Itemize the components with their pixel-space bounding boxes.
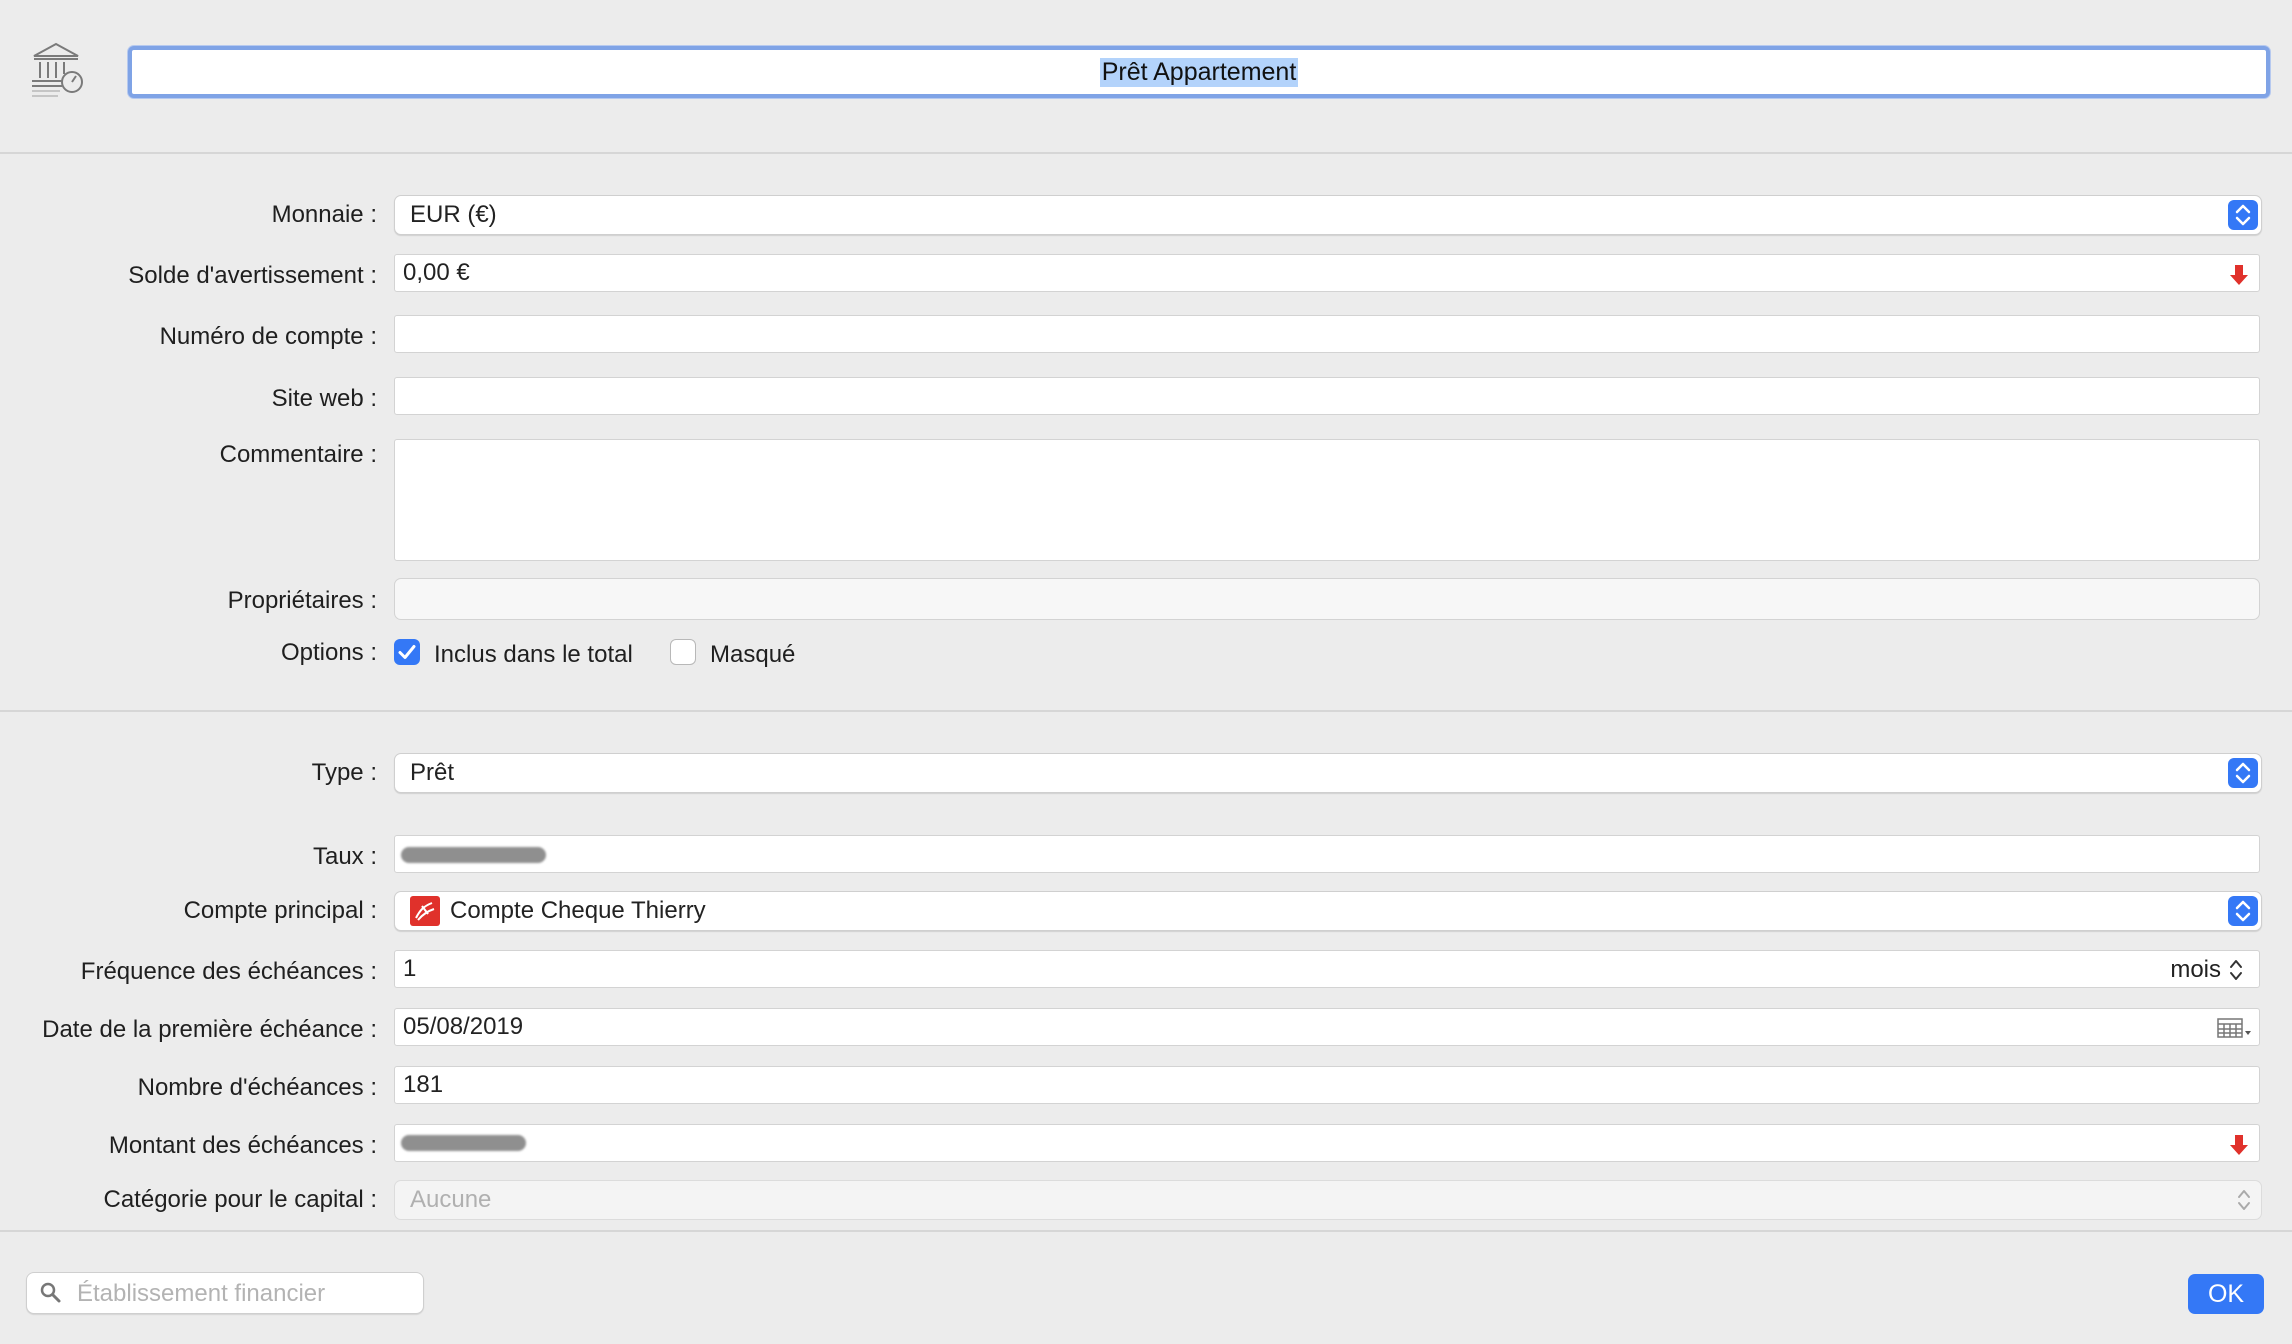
currency-popup[interactable]: EUR (€) <box>394 195 2262 235</box>
currency-label: Monnaie : <box>271 201 377 228</box>
frequency-field[interactable]: 1 mois <box>394 950 2260 988</box>
type-label: Type : <box>311 759 377 786</box>
divider-top <box>0 152 2292 154</box>
frequency-value: 1 <box>403 955 417 982</box>
bank-account-icon <box>30 40 86 100</box>
account-name-text: Prêt Appartement <box>1099 57 1299 87</box>
hidden-checkbox[interactable] <box>670 639 696 665</box>
type-value: Prêt <box>410 759 455 786</box>
account-editor-window: Prêt Appartement Monnaie : EUR (€) Solde… <box>0 0 2292 1344</box>
included-in-total-checkbox[interactable] <box>394 639 420 665</box>
frequency-unit-popup[interactable]: mois <box>2170 956 2245 984</box>
main-account-label: Compte principal : <box>183 897 377 924</box>
account-name-field[interactable]: Prêt Appartement <box>128 46 2270 98</box>
website-field[interactable] <box>394 377 2260 415</box>
chevron-updown-icon <box>2230 960 2242 980</box>
title-row: Prêt Appartement <box>0 0 2292 152</box>
installments-count-value: 181 <box>403 1071 444 1098</box>
website-label: Site web : <box>271 385 377 412</box>
comment-textarea[interactable] <box>394 439 2260 561</box>
frequency-label: Fréquence des échéances : <box>80 958 377 985</box>
redacted-value <box>401 847 546 863</box>
financial-institution-search[interactable] <box>26 1272 424 1315</box>
redacted-value <box>401 1135 526 1151</box>
warning-balance-field[interactable]: 0,00 € <box>394 254 2260 292</box>
frequency-unit-value: mois <box>2170 956 2221 983</box>
installment-amount-field[interactable] <box>394 1124 2260 1162</box>
main-account-popup[interactable]: Compte Cheque Thierry <box>394 891 2262 931</box>
main-account-value: Compte Cheque Thierry <box>450 897 706 924</box>
negative-arrow-icon[interactable] <box>2229 263 2249 287</box>
first-due-date-field[interactable]: 05/08/2019 <box>394 1008 2260 1046</box>
calendar-icon[interactable] <box>2217 1017 2253 1048</box>
installment-amount-label: Montant des échéances : <box>108 1132 377 1159</box>
warning-balance-label: Solde d'avertissement : <box>128 262 377 289</box>
included-in-total-label[interactable]: Inclus dans le total <box>434 641 633 669</box>
checkmark-icon <box>398 645 416 659</box>
popup-arrows-icon <box>2228 200 2258 230</box>
warning-balance-value: 0,00 € <box>403 259 470 286</box>
owners-label: Propriétaires : <box>227 587 377 614</box>
ok-button[interactable]: OK <box>2188 1274 2264 1314</box>
rate-label: Taux : <box>312 843 377 870</box>
capital-category-label: Catégorie pour le capital : <box>103 1186 378 1213</box>
type-popup[interactable]: Prêt <box>394 753 2262 793</box>
account-number-field[interactable] <box>394 315 2260 353</box>
currency-value: EUR (€) <box>410 201 497 228</box>
hidden-label[interactable]: Masqué <box>710 641 795 669</box>
rate-field[interactable] <box>394 835 2260 873</box>
popup-arrows-icon <box>2228 758 2258 788</box>
owners-token-field[interactable] <box>394 578 2260 620</box>
chevron-updown-icon <box>2235 1187 2253 1220</box>
bank-logo-icon <box>410 896 440 926</box>
search-icon <box>40 1282 61 1303</box>
options-label: Options : <box>280 639 377 666</box>
installments-count-label: Nombre d'échéances : <box>137 1074 377 1101</box>
capital-category-popup[interactable]: Aucune <box>394 1180 2262 1220</box>
divider-middle <box>0 710 2292 712</box>
capital-category-value: Aucune <box>410 1186 492 1213</box>
first-due-date-value: 05/08/2019 <box>403 1013 524 1040</box>
account-number-label: Numéro de compte : <box>159 323 377 350</box>
first-due-date-label: Date de la première échéance : <box>42 1016 377 1043</box>
installments-count-field[interactable]: 181 <box>394 1066 2260 1104</box>
negative-arrow-icon[interactable] <box>2229 1133 2249 1157</box>
comment-label: Commentaire : <box>219 441 377 468</box>
popup-arrows-icon <box>2228 896 2258 926</box>
search-input[interactable] <box>75 1273 419 1315</box>
